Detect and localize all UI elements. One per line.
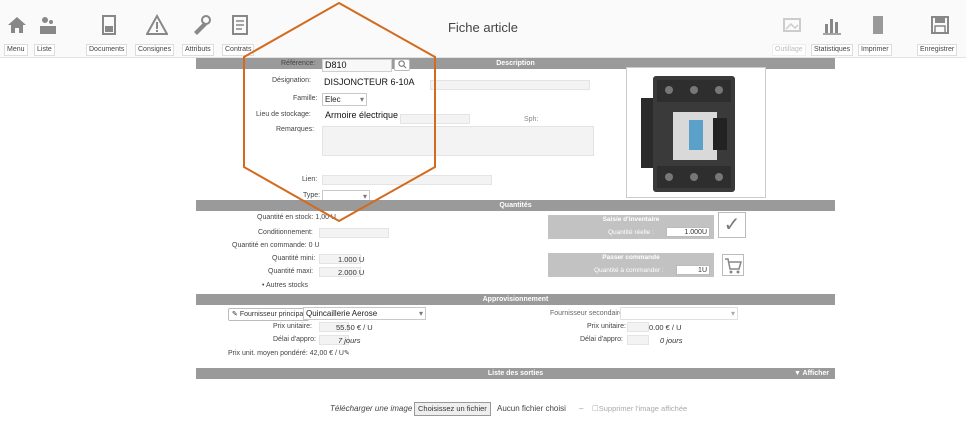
highlight-hexagon (243, 1, 436, 223)
